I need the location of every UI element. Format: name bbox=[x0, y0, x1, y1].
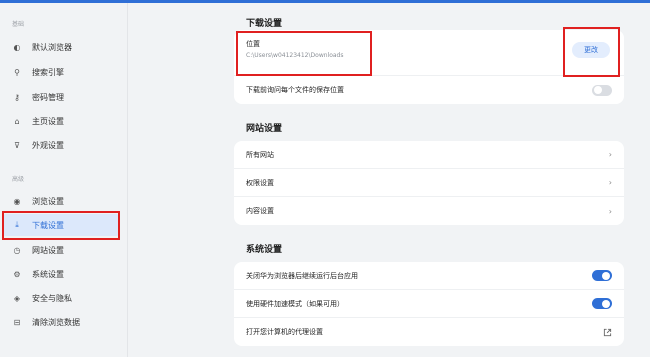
home-icon: ⌂ bbox=[14, 116, 20, 126]
sidebar-item-security-privacy[interactable]: ◈ 安全与隐私 bbox=[2, 287, 120, 309]
key-icon: ⚷ bbox=[14, 92, 20, 102]
highlight-box-location bbox=[236, 31, 372, 76]
sidebar-section-advanced: 高级 bbox=[12, 176, 25, 183]
system-row-background-apps: 关闭华为浏览器后继续运行后台应用 bbox=[234, 262, 624, 290]
sidebar-item-label: 外观设置 bbox=[32, 140, 64, 150]
row-label: 打开您计算机的代理设置 bbox=[246, 328, 323, 336]
sidebar-item-website[interactable]: ◷ 网站设置 bbox=[2, 239, 120, 261]
toggle-knob bbox=[602, 271, 610, 280]
system-settings-card: 关闭华为浏览器后继续运行后台应用 使用硬件加速模式（如果可用） 打开您计算机的代… bbox=[234, 262, 624, 346]
website-row-content[interactable]: 内容设置 › bbox=[234, 197, 624, 225]
website-row-all-sites[interactable]: 所有网站 › bbox=[234, 141, 624, 169]
sidebar-item-label: 网站设置 bbox=[32, 245, 64, 255]
row-label: 使用硬件加速模式（如果可用） bbox=[246, 299, 344, 308]
sidebar-item-label: 清除浏览数据 bbox=[32, 317, 80, 327]
chevron-right-icon: › bbox=[608, 178, 612, 187]
sidebar-item-clear-data[interactable]: ⊟ 清除浏览数据 bbox=[2, 311, 120, 333]
search-icon: ⚲ bbox=[14, 67, 20, 77]
sidebar-item-homepage[interactable]: ⌂ 主页设置 bbox=[2, 110, 120, 132]
website-section-title: 网站设置 bbox=[246, 124, 283, 134]
system-row-hardware-acceleration: 使用硬件加速模式（如果可用） bbox=[234, 290, 624, 318]
row-label: 内容设置 bbox=[246, 207, 274, 215]
chevron-right-icon: › bbox=[608, 206, 612, 216]
sidebar-item-label: 系统设置 bbox=[32, 269, 64, 279]
background-apps-toggle[interactable] bbox=[592, 270, 612, 281]
system-section-title: 系统设置 bbox=[246, 245, 283, 255]
sidebar-section-basic: 基础 bbox=[12, 21, 25, 28]
ask-save-location-label: 下载前询问每个文件的保存位置 bbox=[246, 86, 344, 94]
row-label: 所有网站 bbox=[246, 150, 274, 159]
sidebar-item-label: 安全与隐私 bbox=[32, 293, 72, 303]
sidebar-item-label: 浏览设置 bbox=[32, 196, 64, 206]
sidebar-item-label: 默认浏览器 bbox=[32, 42, 72, 52]
highlight-box-download-nav bbox=[2, 211, 120, 240]
trash-icon: ⊟ bbox=[13, 317, 21, 327]
sidebar-item-default-browser[interactable]: ◐ 默认浏览器 bbox=[2, 36, 120, 58]
website-row-permissions[interactable]: 权限设置 › bbox=[234, 169, 624, 197]
chevron-right-icon: › bbox=[608, 150, 612, 159]
eye-icon: ◉ bbox=[13, 196, 21, 206]
shield-icon: ◈ bbox=[13, 293, 21, 303]
ask-save-location-toggle[interactable] bbox=[592, 84, 612, 96]
appearance-icon: ⊽ bbox=[14, 140, 20, 150]
sidebar-item-search-engine[interactable]: ⚲ 搜索引擎 bbox=[2, 61, 120, 83]
highlight-box-change-button bbox=[563, 27, 620, 77]
sidebar-item-browsing[interactable]: ◉ 浏览设置 bbox=[2, 190, 120, 212]
browser-icon: ◐ bbox=[13, 42, 21, 52]
system-row-proxy[interactable]: 打开您计算机的代理设置 bbox=[234, 318, 624, 346]
row-label: 权限设置 bbox=[246, 178, 274, 187]
toggle-knob bbox=[594, 86, 602, 94]
settings-sidebar: 基础 ◐ 默认浏览器 ⚲ 搜索引擎 ⚷ 密码管理 ⌂ 主页设置 ⊽ 外观设置 高… bbox=[0, 3, 128, 357]
sidebar-item-password-manager[interactable]: ⚷ 密码管理 bbox=[2, 86, 120, 108]
ask-save-location-row: 下载前询问每个文件的保存位置 bbox=[234, 76, 624, 104]
sidebar-item-label: 主页设置 bbox=[32, 116, 64, 126]
system-icon: ⚙ bbox=[13, 269, 21, 279]
download-section-title: 下载设置 bbox=[246, 19, 283, 29]
toggle-knob bbox=[602, 299, 610, 308]
sidebar-item-appearance[interactable]: ⊽ 外观设置 bbox=[2, 134, 120, 156]
external-link-icon bbox=[603, 328, 612, 336]
hardware-acceleration-toggle[interactable] bbox=[592, 298, 612, 309]
row-label: 关闭华为浏览器后继续运行后台应用 bbox=[246, 271, 358, 280]
sidebar-item-label: 搜索引擎 bbox=[32, 67, 64, 77]
website-settings-card: 所有网站 › 权限设置 › 内容设置 › bbox=[234, 141, 624, 225]
sidebar-item-system[interactable]: ⚙ 系统设置 bbox=[2, 263, 120, 285]
sidebar-item-label: 密码管理 bbox=[32, 92, 64, 102]
site-icon: ◷ bbox=[13, 245, 21, 255]
